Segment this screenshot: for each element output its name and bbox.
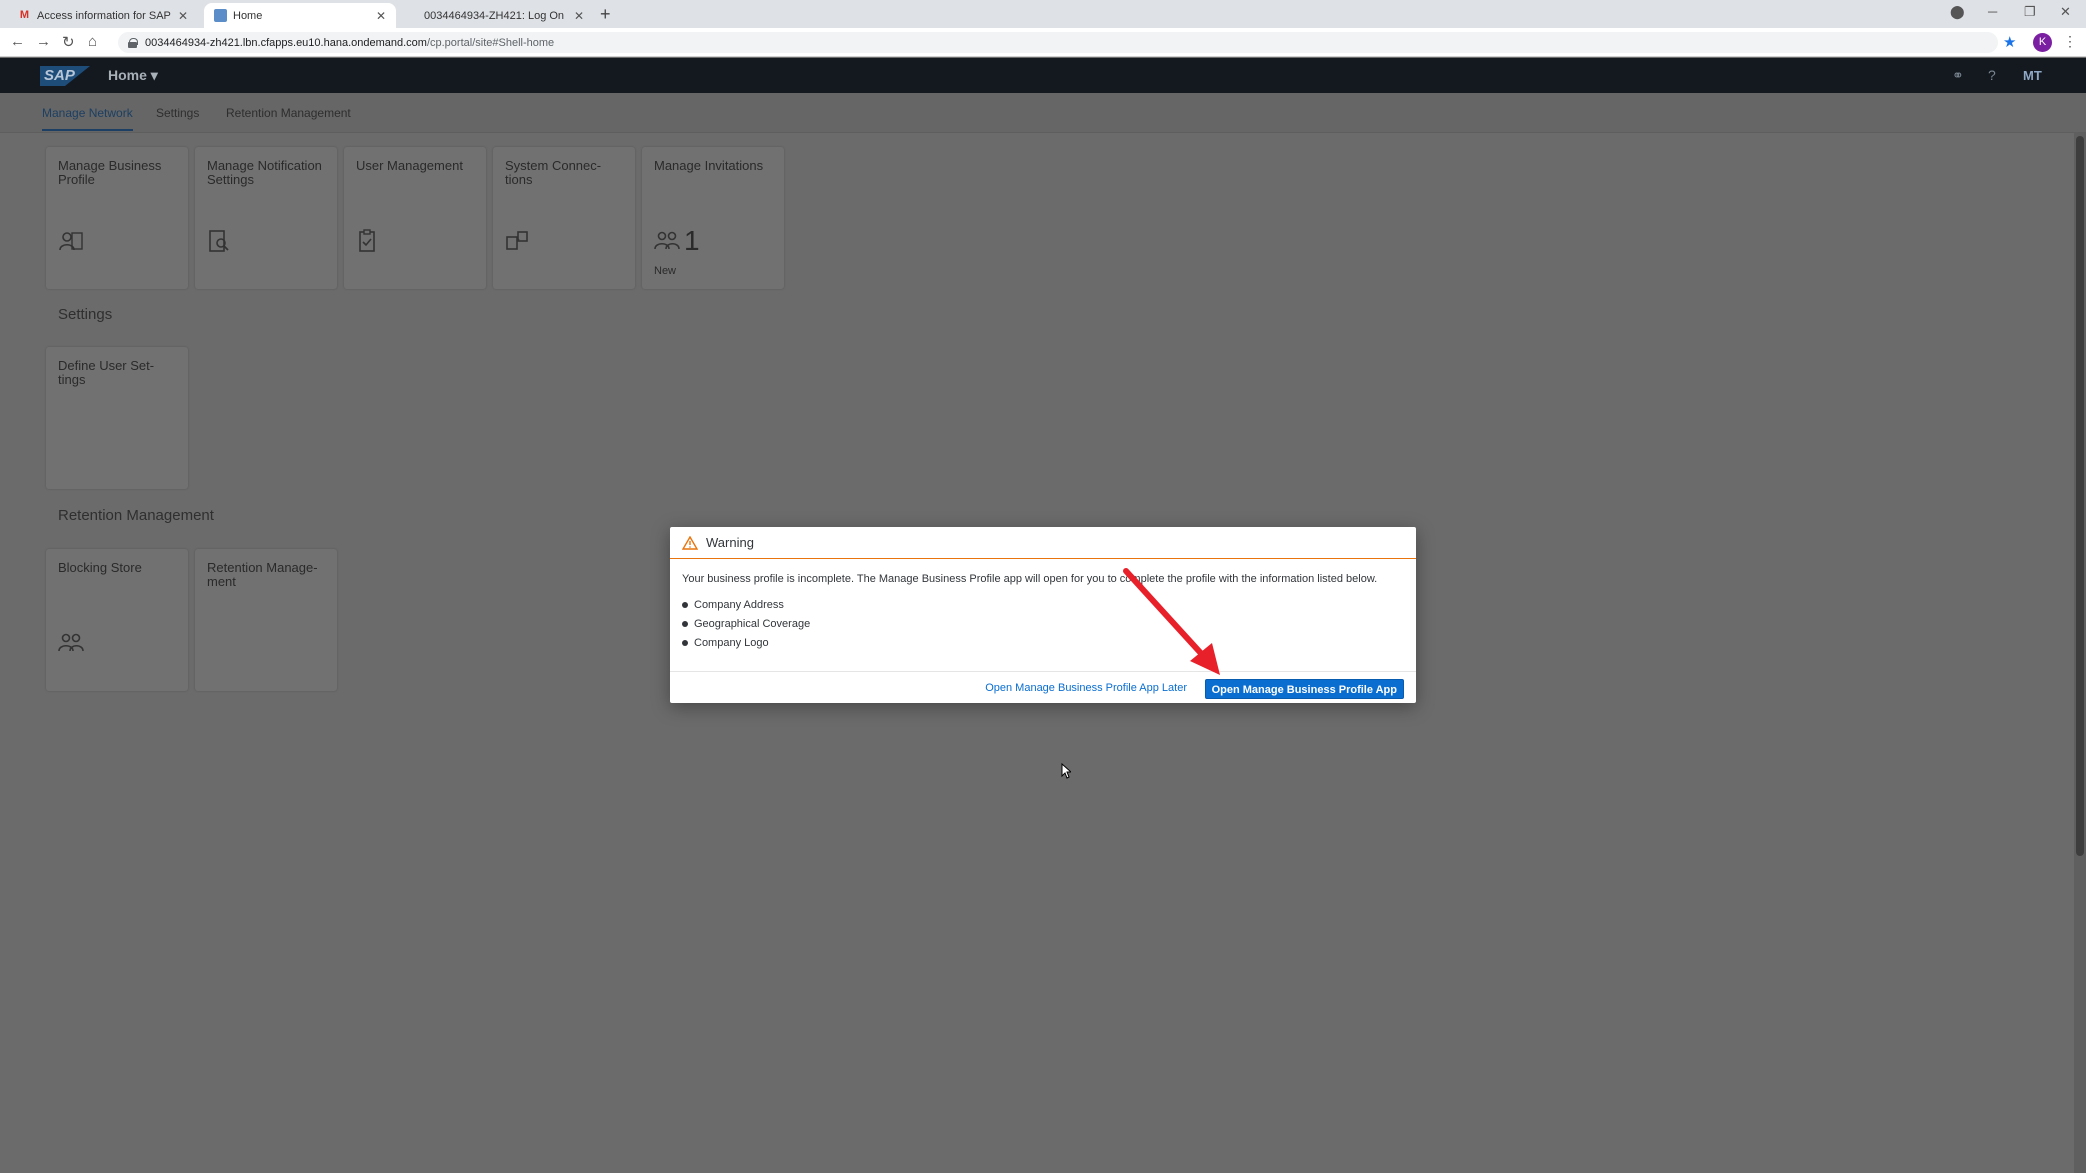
tile-system-connections[interactable]: System Connec-tions [493, 147, 635, 289]
browser-tab-home[interactable]: Home ✕ [204, 3, 396, 28]
link-icon[interactable]: ⚭ [1952, 67, 1964, 84]
tile-blocking-store[interactable]: Blocking Store [46, 549, 188, 691]
tab-manage-network[interactable]: Manage Network [42, 106, 133, 131]
close-icon[interactable]: ✕ [376, 9, 386, 23]
sap-logo[interactable]: SAP [40, 66, 90, 86]
section-title-settings: Settings [58, 306, 113, 323]
tile-title: Manage Invitations [654, 158, 764, 173]
tile-title: Manage Business Profile [58, 158, 162, 187]
tile-count: 1 [684, 225, 700, 256]
tile-title: Define User Set-tings [58, 358, 155, 387]
anchor-navigation: Manage Network Settings Retention Manage… [0, 93, 2086, 133]
tile-retention-management[interactable]: Retention Manage-ment [195, 549, 337, 691]
dialog-message: Your business profile is incomplete. The… [682, 573, 1378, 585]
open-later-button[interactable]: Open Manage Business Profile App Later [985, 682, 1187, 694]
tile-title: System Connec-tions [505, 158, 602, 187]
tile-title: User Management [356, 158, 463, 173]
close-icon[interactable]: ✕ [574, 9, 584, 23]
list-item: Geographical Coverage [682, 618, 1404, 630]
user-avatar[interactable]: MT [2023, 65, 2045, 87]
list-item: Company Logo [682, 637, 1404, 649]
notification-settings-icon [209, 230, 229, 252]
tile-title: Blocking Store [58, 560, 142, 575]
address-bar: ← → ↻ ⌂ 0034464934-zh421.lbn.cfapps.eu10… [0, 28, 2086, 57]
back-icon[interactable]: ← [10, 33, 25, 50]
media-control-icon[interactable]: ⬤ [1950, 4, 1965, 20]
close-icon[interactable]: ✕ [178, 9, 188, 23]
warning-dialog: Warning Your business profile is incompl… [670, 527, 1416, 703]
browser-tab-strip: M Access information for SAP Logi ✕ Home… [0, 0, 2086, 28]
mouse-cursor-icon [1061, 763, 1071, 779]
scrollbar-thumb[interactable] [2076, 136, 2084, 856]
list-item: Company Address [682, 599, 1404, 611]
tile-user-management[interactable]: User Management [344, 147, 486, 289]
dialog-footer: Open Manage Business Profile App Later O… [670, 671, 1416, 703]
business-profile-icon [59, 232, 83, 251]
home-icon[interactable]: ⌂ [88, 33, 97, 50]
dialog-header: Warning [670, 527, 1416, 559]
clipboard-check-icon [359, 229, 375, 252]
section-title-retention-management: Retention Management [58, 507, 214, 524]
tile-manage-invitations[interactable]: Manage Invitations 1 New [642, 147, 784, 289]
tile-manage-business-profile[interactable]: Manage Business Profile [46, 147, 188, 289]
sap-shell-bar: SAP Home ▾ ⚭ ? MT [0, 58, 2086, 93]
system-connections-icon [506, 231, 528, 250]
browser-tab-gmail[interactable]: M Access information for SAP Logi ✕ [8, 3, 198, 28]
dialog-body: Your business profile is incomplete. The… [670, 559, 1416, 649]
url-path: /cp.portal/site#Shell-home [426, 36, 555, 49]
people-icon [58, 633, 84, 652]
new-tab-button[interactable]: + [600, 4, 611, 25]
tile-define-user-settings[interactable]: Define User Set-tings [46, 347, 188, 489]
annotation-arrow-icon [1123, 568, 1220, 675]
url-host: 0034464934-zh421.lbn.cfapps.eu10.hana.on… [145, 36, 427, 49]
missing-info-list: Company Address Geographical Coverage Co… [682, 599, 1404, 649]
tile-info: New [654, 265, 677, 277]
tab-title: Home [233, 9, 263, 22]
reload-icon[interactable]: ↻ [62, 33, 75, 51]
gmail-icon: M [19, 9, 30, 21]
tab-title: 0034464934-ZH421: Log On [424, 9, 565, 22]
tab-retention-management[interactable]: Retention Management [226, 106, 351, 120]
minimize-button[interactable]: ─ [1988, 4, 1997, 19]
open-business-profile-button[interactable]: Open Manage Business Profile App [1204, 679, 1404, 699]
sap-icon [214, 9, 227, 22]
restore-button[interactable]: ❐ [2024, 4, 2036, 20]
lock-icon [128, 37, 138, 48]
tab-settings[interactable]: Settings [156, 106, 199, 120]
people-icon [654, 231, 680, 250]
browser-tab-logon[interactable]: 0034464934-ZH421: Log On ✕ [402, 3, 594, 28]
home-menu-button[interactable]: Home ▾ [108, 67, 158, 84]
tile-manage-notification-settings[interactable]: Manage Notification Settings [195, 147, 337, 289]
warning-icon [682, 535, 698, 550]
tile-title: Manage Notification Settings [207, 158, 322, 187]
help-icon[interactable]: ? [1988, 67, 1996, 83]
forward-icon[interactable]: → [36, 33, 51, 50]
tile-title: Retention Manage-ment [207, 560, 318, 589]
bookmark-star-icon[interactable]: ★ [2003, 33, 2016, 51]
tab-title: Access information for SAP Logi [37, 9, 172, 22]
window-close-button[interactable]: ✕ [2060, 4, 2071, 20]
url-field[interactable]: 0034464934-zh421.lbn.cfapps.eu10.hana.on… [118, 32, 1998, 53]
browser-profile-avatar[interactable]: K [2033, 33, 2052, 52]
dialog-title: Warning [706, 535, 754, 550]
browser-menu-icon[interactable]: ⋮ [2063, 33, 2077, 50]
